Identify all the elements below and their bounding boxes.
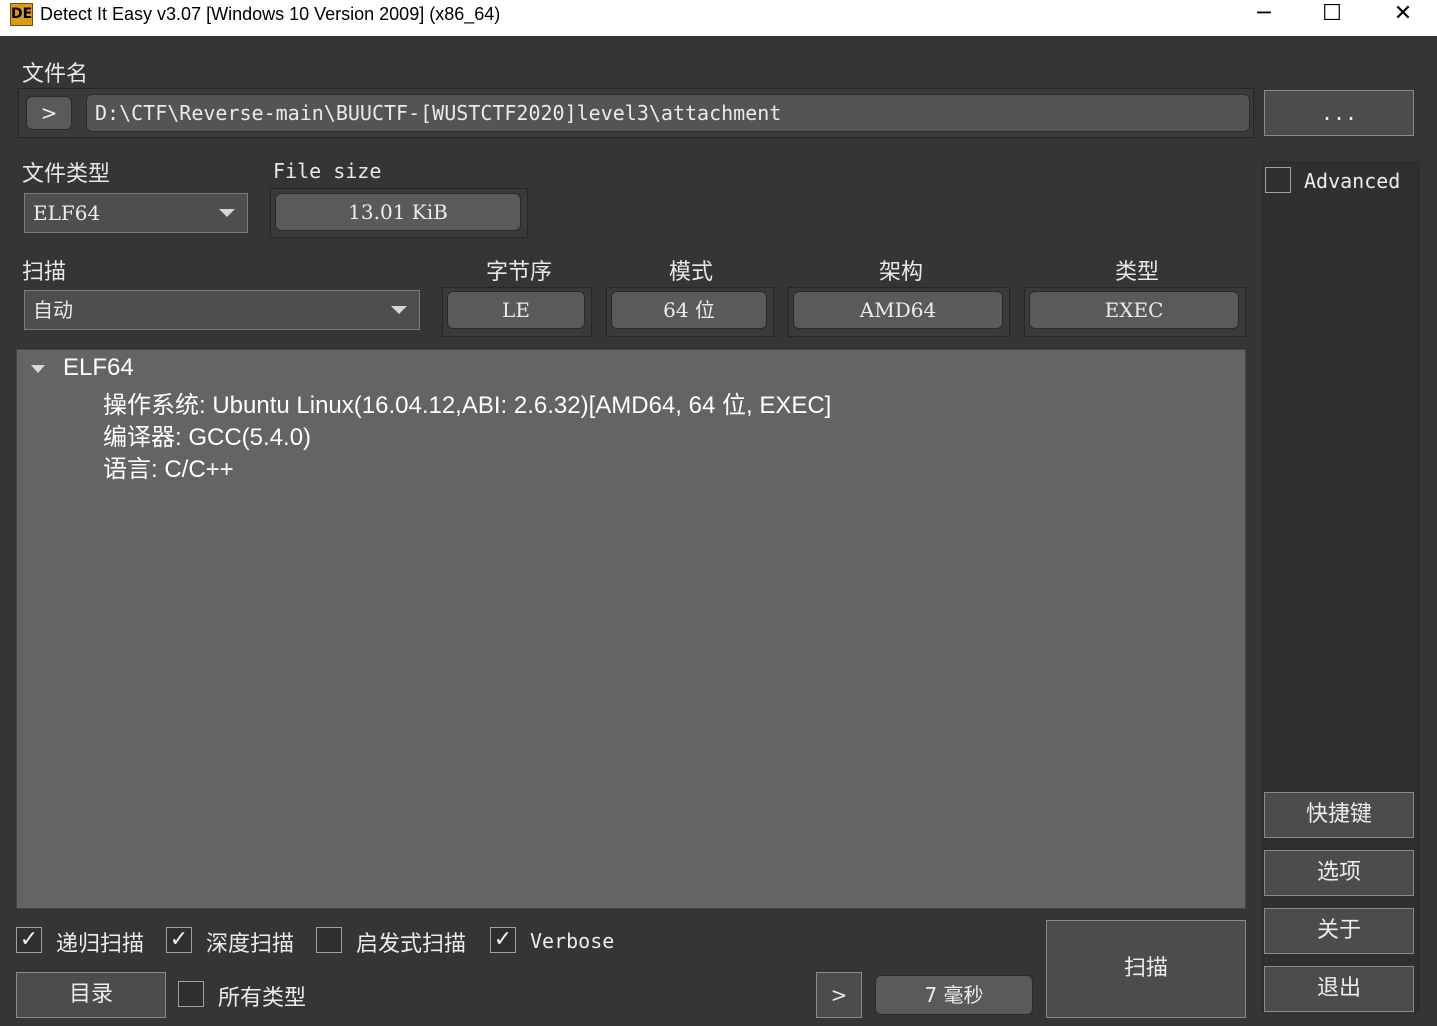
heuristic-scan-label: 启发式扫描 bbox=[356, 932, 467, 957]
heuristic-scan-checkbox[interactable] bbox=[316, 927, 342, 953]
chevron-down-icon bbox=[219, 209, 235, 217]
file-size-button[interactable]: 13.01 KiB bbox=[275, 193, 521, 231]
file-type-value: ELF64 bbox=[33, 201, 101, 225]
file-name-label: 文件名 bbox=[22, 62, 89, 87]
type-label: 类型 bbox=[1114, 260, 1159, 285]
arch-label: 架构 bbox=[878, 260, 923, 285]
all-types-label: 所有类型 bbox=[218, 986, 307, 1011]
scan-mode-value: 自动 bbox=[33, 298, 73, 322]
arch-button[interactable]: AMD64 bbox=[793, 291, 1003, 329]
scan-mode-label: 扫描 bbox=[22, 260, 67, 285]
deep-scan-checkbox[interactable]: ✓ bbox=[166, 927, 192, 953]
mode-button[interactable]: 64 位 bbox=[611, 291, 767, 329]
tree-item-os[interactable]: 操作系统: Ubuntu Linux(16.04.12,ABI: 2.6.32)… bbox=[103, 385, 831, 420]
shortcuts-button[interactable]: 快捷键 bbox=[1264, 792, 1414, 838]
advanced-checkbox[interactable] bbox=[1265, 167, 1291, 193]
tree-item-language[interactable]: 语言: C/C++ bbox=[103, 449, 234, 484]
minimize-button[interactable]: ─ bbox=[1234, 0, 1294, 30]
chevron-down-icon bbox=[391, 306, 407, 314]
tree-root-item[interactable]: ELF64 bbox=[63, 354, 134, 382]
about-button[interactable]: 关于 bbox=[1264, 908, 1414, 954]
browse-button[interactable]: ... bbox=[1264, 90, 1414, 136]
type-button[interactable]: EXEC bbox=[1029, 291, 1239, 329]
directory-button[interactable]: 目录 bbox=[16, 972, 166, 1018]
advanced-label: Advanced bbox=[1304, 169, 1401, 193]
recursive-scan-label: 递归扫描 bbox=[56, 932, 145, 957]
file-type-label: 文件类型 bbox=[22, 162, 111, 187]
verbose-checkbox[interactable]: ✓ bbox=[490, 927, 516, 953]
next-button[interactable]: > bbox=[816, 972, 862, 1018]
close-button[interactable]: ✕ bbox=[1373, 0, 1433, 30]
endian-label: 字节序 bbox=[485, 260, 552, 285]
elapsed-time-button[interactable]: 7 毫秒 bbox=[875, 975, 1033, 1015]
scan-button[interactable]: 扫描 bbox=[1046, 920, 1246, 1018]
expand-path-button[interactable]: > bbox=[26, 96, 72, 130]
file-path-input[interactable]: D:\CTF\Reverse-main\BUUCTF-[WUSTCTF2020]… bbox=[86, 94, 1250, 132]
options-button[interactable]: 选项 bbox=[1264, 850, 1414, 896]
maximize-button[interactable]: ☐ bbox=[1302, 0, 1362, 30]
deep-scan-label: 深度扫描 bbox=[206, 932, 295, 957]
file-size-label: File size bbox=[273, 159, 382, 183]
exit-button[interactable]: 退出 bbox=[1264, 966, 1414, 1012]
recursive-scan-checkbox[interactable]: ✓ bbox=[16, 927, 42, 953]
file-type-select[interactable]: ELF64 bbox=[24, 193, 248, 233]
endian-button[interactable]: LE bbox=[447, 291, 585, 329]
tree-expand-icon[interactable] bbox=[31, 365, 45, 373]
app-logo-icon: DE bbox=[10, 3, 33, 26]
scan-mode-select[interactable]: 自动 bbox=[24, 290, 420, 330]
tree-item-compiler[interactable]: 编译器: GCC(5.4.0) bbox=[103, 417, 311, 452]
window-title: Detect It Easy v3.07 [Windows 10 Version… bbox=[40, 4, 501, 24]
all-types-checkbox[interactable] bbox=[178, 981, 204, 1007]
title-bar: DE Detect It Easy v3.07 [Windows 10 Vers… bbox=[0, 0, 1437, 36]
result-tree[interactable]: ELF64 操作系统: Ubuntu Linux(16.04.12,ABI: 2… bbox=[16, 349, 1246, 909]
mode-label: 模式 bbox=[668, 260, 713, 285]
verbose-label: Verbose bbox=[530, 929, 615, 953]
